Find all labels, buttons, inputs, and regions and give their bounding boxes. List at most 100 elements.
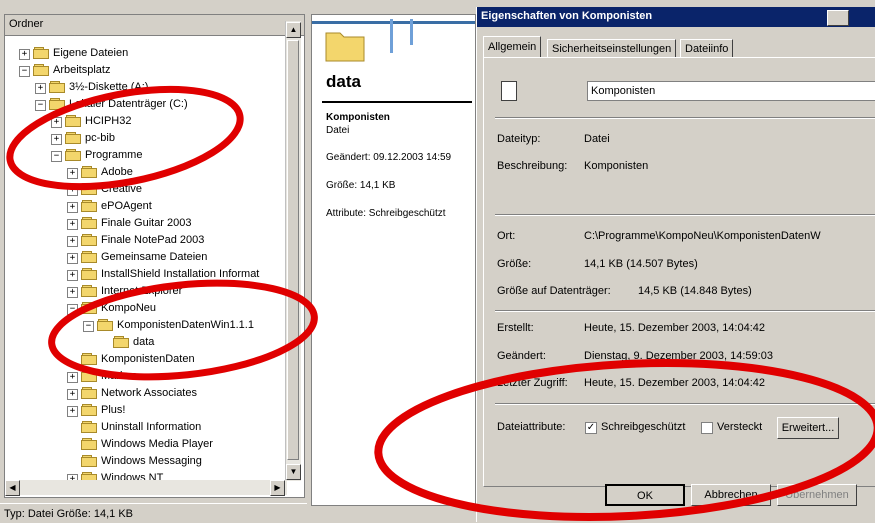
drive-icon <box>49 98 65 110</box>
expand-icon[interactable]: + <box>51 117 62 128</box>
scroll-right-button[interactable]: ▶ <box>270 480 285 496</box>
tree-item[interactable]: + Internet Explorer <box>5 283 285 300</box>
scrollbar-thumb[interactable] <box>287 40 299 460</box>
tree-item-label: Gemeinsame Dateien <box>101 251 208 263</box>
scroll-down-button[interactable]: ▼ <box>286 464 301 480</box>
tree-item-label: Windows Media Player <box>101 438 213 450</box>
tree-item-label: Programme <box>85 149 143 161</box>
folder-icon <box>65 132 81 144</box>
dialog-title-bar[interactable]: Eigenschaften von Komponisten <box>477 7 875 27</box>
folder-icon <box>81 285 97 297</box>
expand-icon[interactable]: + <box>51 134 62 145</box>
expand-icon[interactable]: + <box>67 253 78 264</box>
expand-icon[interactable]: + <box>67 270 78 281</box>
tree-item[interactable]: + HCIPH32 <box>5 113 285 130</box>
separator <box>495 214 875 216</box>
expand-icon[interactable]: + <box>67 389 78 400</box>
expand-icon[interactable]: + <box>67 185 78 196</box>
tree-item-label: Creative <box>101 183 142 195</box>
folder-icon <box>65 115 81 127</box>
advanced-button[interactable]: Erweitert... <box>777 417 839 439</box>
accessed-value: Heute, 15. Dezember 2003, 14:04:42 <box>584 377 766 389</box>
tree-item[interactable]: + InstallShield Installation Informat <box>5 266 285 283</box>
tree-item[interactable]: + Gemeinsame Dateien <box>5 249 285 266</box>
collapse-icon[interactable]: − <box>35 100 46 111</box>
folder-icon <box>81 404 97 416</box>
folder-title: data <box>326 72 361 91</box>
readonly-checkbox[interactable]: ✓ <box>585 422 597 434</box>
folder-pane-title: Ordner <box>9 18 44 30</box>
tree-item[interactable]: Windows Messaging <box>5 453 285 470</box>
tree-item-label: Arbeitsplatz <box>53 64 111 76</box>
tree-item[interactable]: +3½-Diskette (A:) <box>5 79 285 96</box>
expand-icon[interactable]: + <box>35 83 46 94</box>
tree-item[interactable]: Uninstall Information <box>5 419 285 436</box>
type-label: Dateityp: <box>497 133 541 145</box>
location-value: C:\Programme\KompoNeu\KomponistenDatenW <box>584 230 821 242</box>
tree-item[interactable]: + Markus <box>5 368 285 385</box>
expand-icon[interactable]: + <box>19 49 30 60</box>
tree-item[interactable]: + Plus! <box>5 402 285 419</box>
tree-item[interactable]: − KomponistenDatenWin1.1.1 <box>5 317 285 334</box>
ok-button[interactable]: OK <box>605 484 685 506</box>
expand-icon[interactable]: + <box>67 236 78 247</box>
folder-banner-icon <box>312 15 475 63</box>
tree-item[interactable]: + Adobe <box>5 164 285 181</box>
tab-fileinfo[interactable]: Dateiinfo <box>680 39 734 57</box>
expand-icon[interactable]: + <box>67 406 78 417</box>
tree-item[interactable]: + Finale NotePad 2003 <box>5 232 285 249</box>
tree-item[interactable]: KomponistenDaten <box>5 351 285 368</box>
folder-icon <box>81 353 97 365</box>
tree-item-label: Markus <box>101 370 138 382</box>
collapse-icon[interactable]: − <box>51 151 62 162</box>
tree-item-label: KompoNeu <box>101 302 157 314</box>
tree-item[interactable]: + Finale Guitar 2003 <box>5 215 285 232</box>
hidden-checkbox[interactable] <box>701 422 713 434</box>
help-icon[interactable] <box>827 10 849 26</box>
tree-item[interactable]: + Eigene Dateien <box>5 45 285 62</box>
tree-item[interactable]: − KompoNeu <box>5 300 285 317</box>
expand-icon[interactable]: + <box>67 202 78 213</box>
tree-item[interactable]: Windows Media Player <box>5 436 285 453</box>
file-name-input[interactable]: Komponisten <box>587 81 875 101</box>
cancel-button[interactable]: Abbrechen <box>691 484 771 506</box>
collapse-icon[interactable]: − <box>19 66 30 77</box>
size-label: Größe: <box>497 258 532 270</box>
tree-item-label: data <box>133 336 155 348</box>
scroll-left-button[interactable]: ◀ <box>5 480 20 496</box>
tree-item[interactable]: + pc-bib <box>5 130 285 147</box>
collapse-icon[interactable]: − <box>83 321 94 332</box>
my-documents-icon <box>33 47 49 59</box>
selected-file-type: Datei <box>326 125 350 136</box>
tree-item[interactable]: − Arbeitsplatz <box>5 62 285 79</box>
folder-icon <box>81 387 97 399</box>
expand-icon[interactable]: + <box>67 219 78 230</box>
tree-item[interactable]: + ePOAgent <box>5 198 285 215</box>
expand-icon[interactable]: + <box>67 287 78 298</box>
dialog-title: Eigenschaften von Komponisten <box>481 10 653 22</box>
tree-item[interactable]: − Lokaler Datenträger (C:) <box>5 96 285 113</box>
tab-security[interactable]: Sicherheitseinstellungen <box>547 39 677 57</box>
tree-item-label: Uninstall Information <box>101 421 202 433</box>
computer-icon <box>33 64 49 76</box>
folder-icon <box>81 302 97 314</box>
tree-item-label: KomponistenDaten <box>101 353 195 365</box>
description-label: Beschreibung: <box>497 160 568 172</box>
collapse-icon[interactable]: − <box>67 304 78 315</box>
tree-item-label: Finale NotePad 2003 <box>101 234 205 246</box>
expand-icon[interactable]: + <box>67 168 78 179</box>
apply-button[interactable]: Übernehmen <box>777 484 857 506</box>
tree-item-label: pc-bib <box>85 132 115 144</box>
folder-icon <box>81 421 97 433</box>
expand-icon[interactable]: + <box>67 372 78 383</box>
horizontal-scrollbar[interactable] <box>5 480 287 495</box>
tree-item[interactable]: + Network Associates <box>5 385 285 402</box>
tree-item[interactable]: data <box>5 334 285 351</box>
tree-item[interactable]: + Creative <box>5 181 285 198</box>
modified-label: Geändert: <box>497 350 546 362</box>
tab-general[interactable]: Allgemein <box>483 36 542 58</box>
tree-item[interactable]: − Programme <box>5 147 285 164</box>
modified-value: Dienstag, 9. Dezember 2003, 14:59:03 <box>584 350 773 362</box>
scroll-up-button[interactable]: ▲ <box>286 22 301 38</box>
folder-pane-header: Ordner × <box>5 15 304 36</box>
